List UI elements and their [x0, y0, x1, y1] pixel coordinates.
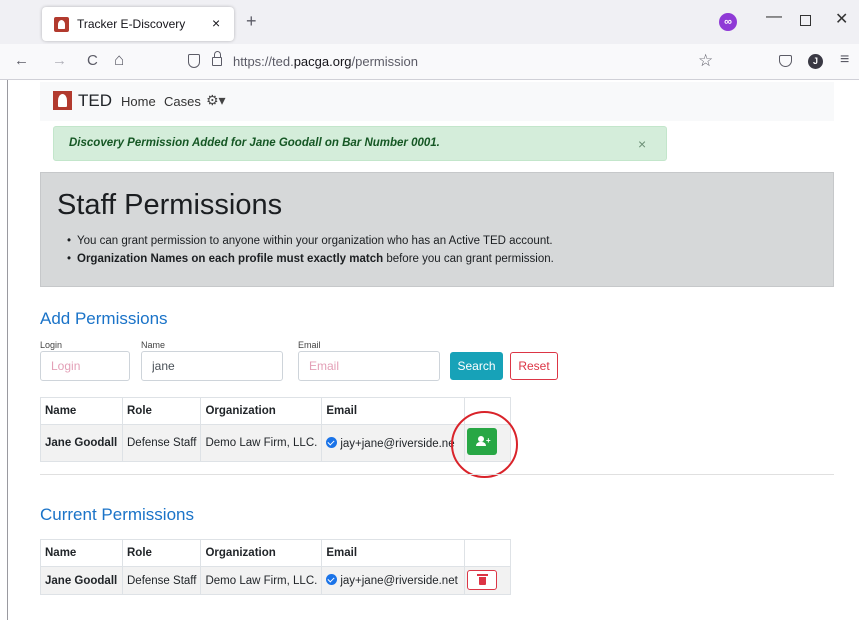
current-permissions-heading: Current Permissions — [40, 505, 194, 524]
tab-title: Tracker E-Discovery — [77, 17, 186, 31]
column-header: Email — [321, 539, 466, 567]
column-header: Organization — [200, 539, 323, 567]
info-bullet-1: You can grant permission to anyone withi… — [67, 235, 553, 247]
column-header — [464, 539, 512, 567]
brand-name[interactable]: TED — [78, 91, 112, 111]
email-text: jay+jane@riverside.ne — [340, 437, 455, 450]
account-avatar-icon[interactable]: J — [808, 54, 823, 69]
home-icon[interactable]: ⌂ — [114, 50, 124, 70]
add-permissions-heading: Add Permissions — [40, 309, 168, 328]
staff-permissions-jumbotron: Staff Permissions You can grant permissi… — [40, 172, 834, 287]
column-header: Role — [121, 539, 202, 567]
page-left-border — [7, 80, 8, 620]
bookmark-star-icon[interactable]: ☆ — [698, 51, 713, 71]
url-text[interactable]: https://ted.pacga.org/permission — [233, 54, 418, 69]
column-header: Organization — [200, 397, 323, 425]
success-alert: Discovery Permission Added for Jane Good… — [53, 126, 667, 161]
site-favicon-icon — [54, 17, 69, 32]
cell-email: jay+jane@riverside.ne — [321, 424, 466, 462]
table-header-row: Name Role Organization Email — [40, 397, 512, 425]
window-close-button[interactable]: ✕ — [835, 9, 848, 29]
current-permissions-table: Name Role Organization Email Jane Goodal… — [40, 539, 512, 595]
window-maximize-button[interactable] — [800, 15, 811, 26]
tab-close-icon[interactable]: × — [212, 15, 220, 31]
column-header: Email — [321, 397, 466, 425]
verified-check-icon — [326, 574, 338, 585]
url-bar[interactable]: https://ted.pacga.org/permission — [180, 49, 680, 75]
table-header-row: Name Role Organization Email — [40, 539, 512, 567]
page-title: Staff Permissions — [57, 189, 283, 221]
browser-tab-bar: Tracker E-Discovery × + ∞ — ✕ — [0, 0, 859, 44]
column-header: Name — [40, 539, 123, 567]
ted-logo-icon[interactable] — [53, 91, 72, 110]
highlight-circle-annotation — [451, 411, 518, 478]
verified-check-icon — [326, 436, 338, 448]
browser-navigation-bar: ← → C ⌂ https://ted.pacga.org/permission… — [0, 44, 859, 80]
search-results-table: Name Role Organization Email Jane Goodal… — [40, 397, 512, 462]
reload-icon[interactable]: C — [87, 52, 98, 69]
delete-permission-button[interactable] — [467, 570, 497, 590]
nav-cases-link[interactable]: Cases — [164, 94, 201, 109]
trash-icon — [477, 574, 488, 576]
reset-button[interactable]: Reset — [510, 352, 558, 380]
table-row: Jane Goodall Defense Staff Demo Law Firm… — [40, 424, 512, 462]
nav-home-link[interactable]: Home — [121, 94, 156, 109]
alert-message: Discovery Permission Added for Jane Good… — [69, 137, 440, 149]
cell-organization: Demo Law Firm, LLC. — [200, 566, 323, 595]
login-label: Login — [40, 340, 63, 350]
alert-close-icon[interactable]: × — [638, 136, 646, 152]
pocket-icon[interactable] — [779, 55, 792, 67]
app-navbar: TED Home Cases ⚙▾ — [40, 82, 834, 121]
lock-icon[interactable] — [212, 51, 222, 66]
hamburger-menu-icon[interactable]: ≡ — [840, 51, 849, 69]
section-divider — [40, 474, 834, 475]
settings-gear-dropdown-icon[interactable]: ⚙▾ — [206, 92, 226, 109]
table-row: Jane Goodall Defense Staff Demo Law Firm… — [40, 566, 512, 595]
search-button[interactable]: Search — [450, 352, 503, 380]
browser-tab[interactable]: Tracker E-Discovery × — [42, 7, 234, 41]
email-text: jay+jane@riverside.net — [340, 575, 458, 587]
forward-arrow-icon[interactable]: → — [52, 52, 67, 69]
tracking-shield-icon[interactable] — [188, 54, 200, 68]
cell-name: Jane Goodall — [40, 566, 123, 595]
cell-role: Defense Staff — [121, 566, 202, 595]
login-input[interactable] — [40, 351, 130, 381]
back-arrow-icon[interactable]: ← — [14, 52, 29, 69]
cell-name: Jane Goodall — [40, 424, 123, 462]
new-tab-button[interactable]: + — [246, 12, 257, 30]
email-label: Email — [298, 340, 321, 350]
info-bullet-2: Organization Names on each profile must … — [67, 253, 554, 265]
cell-organization: Demo Law Firm, LLC. — [200, 424, 323, 462]
cell-email: jay+jane@riverside.net — [321, 566, 466, 595]
email-input[interactable] — [298, 351, 440, 381]
column-header: Name — [40, 397, 123, 425]
cell-role: Defense Staff — [121, 424, 202, 462]
name-input[interactable] — [141, 351, 283, 381]
window-minimize-button[interactable]: — — [766, 8, 782, 26]
column-header: Role — [121, 397, 202, 425]
extension-icon[interactable]: ∞ — [719, 13, 737, 31]
name-label: Name — [141, 340, 166, 350]
